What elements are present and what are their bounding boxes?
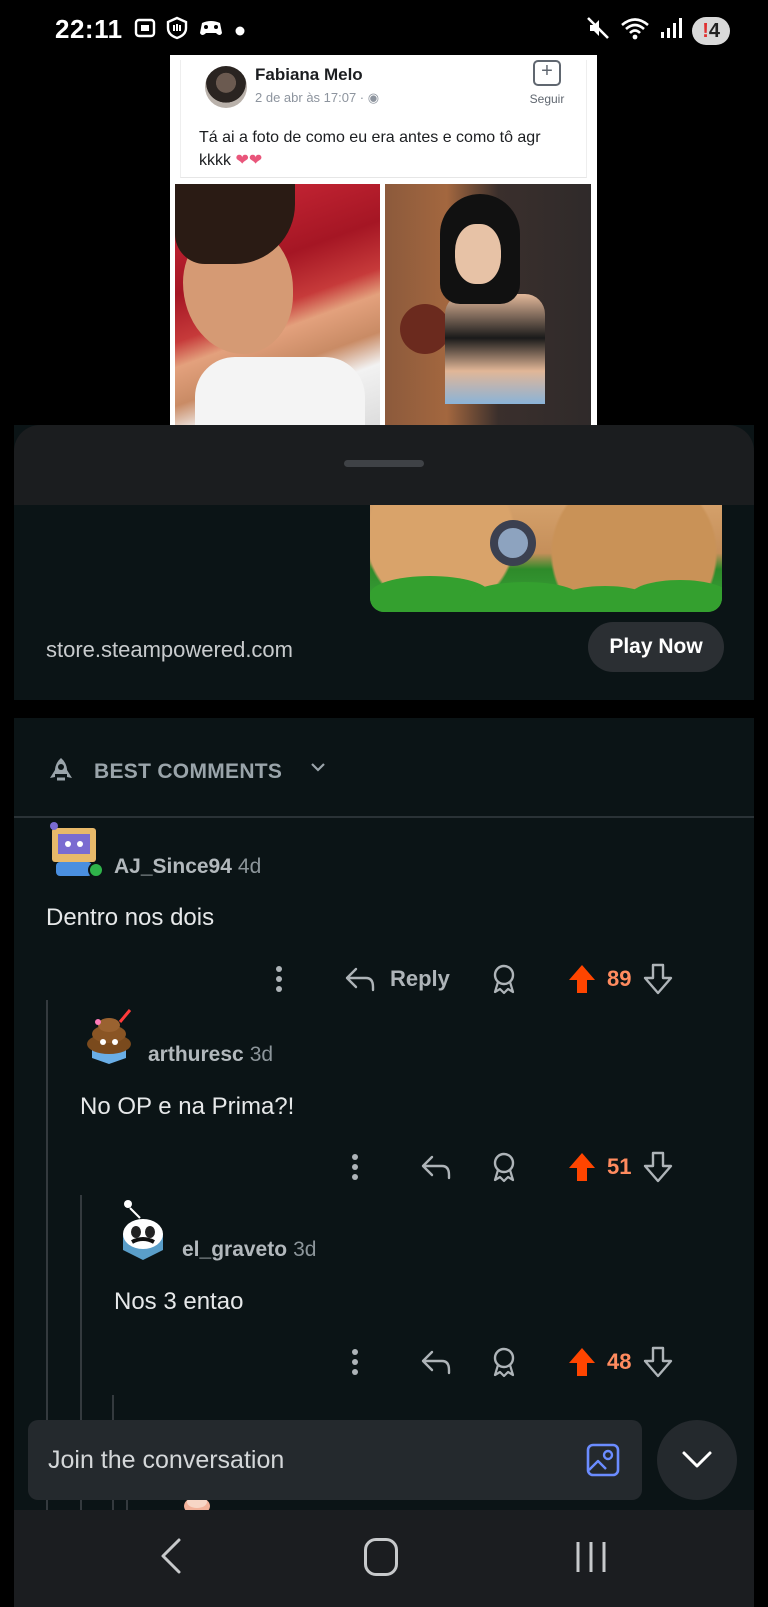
vote-score: 51 bbox=[607, 1154, 632, 1179]
ad-domain[interactable]: store.steampowered.com bbox=[46, 637, 293, 663]
comment-body: Nos 3 entao bbox=[114, 1288, 244, 1315]
chevron-down-icon bbox=[682, 1451, 712, 1468]
globe-icon: ◉ bbox=[367, 90, 380, 105]
drag-handle[interactable] bbox=[344, 460, 424, 467]
clock: 22:11 bbox=[55, 14, 123, 44]
photo-after bbox=[385, 184, 591, 427]
mute-icon bbox=[586, 16, 610, 45]
award-icon[interactable] bbox=[490, 1342, 518, 1382]
vote-score: 48 bbox=[607, 1349, 632, 1374]
comment-sort-bar[interactable]: BEST COMMENTS bbox=[14, 718, 754, 818]
ad-game-thumbnail[interactable] bbox=[370, 505, 722, 612]
reply-button[interactable]: Reply bbox=[344, 959, 450, 999]
back-icon[interactable] bbox=[159, 1536, 183, 1576]
comment-composer[interactable]: Join the conversation bbox=[28, 1420, 642, 1500]
more-options-icon[interactable] bbox=[350, 1342, 360, 1382]
reply-arrow-icon[interactable] bbox=[420, 1342, 452, 1382]
image-upload-icon[interactable] bbox=[585, 1442, 621, 1478]
fb-follow-button: Seguir bbox=[524, 60, 570, 106]
downvote-arrow-icon[interactable] bbox=[643, 963, 673, 995]
screenshot-icon bbox=[134, 17, 156, 45]
game-controller-icon bbox=[198, 17, 224, 45]
comment-author[interactable]: arthuresc 3d bbox=[148, 1043, 273, 1067]
post-image[interactable]: Fabiana Melo 2 de abr às 17:07 · ◉ Segui… bbox=[170, 55, 597, 427]
notification-badge: !4 bbox=[692, 16, 730, 45]
hand-shield-icon bbox=[166, 16, 188, 46]
vote-control: 89 bbox=[567, 959, 673, 999]
section-divider bbox=[14, 700, 754, 718]
comment-author[interactable]: AJ_Since94 4d bbox=[114, 855, 261, 879]
more-options-icon[interactable] bbox=[350, 1147, 360, 1187]
upvote-arrow-icon[interactable] bbox=[567, 1151, 597, 1183]
comment-body: Dentro nos dois bbox=[46, 904, 215, 931]
status-right-icons: !4 bbox=[586, 16, 730, 45]
comment-actions: 48 bbox=[14, 1342, 754, 1382]
avatar[interactable] bbox=[46, 820, 104, 878]
comment-list: AJ_Since94 4d Dentro nos dois Reply 89 a… bbox=[14, 820, 754, 1510]
reply-arrow-icon[interactable] bbox=[420, 1147, 452, 1187]
chevron-down-icon[interactable] bbox=[309, 758, 327, 776]
play-now-button[interactable]: Play Now bbox=[588, 622, 724, 672]
fb-post-date: 2 de abr às 17:07 · ◉ bbox=[255, 90, 380, 105]
more-options-icon[interactable] bbox=[274, 959, 284, 999]
follow-plus-icon bbox=[533, 60, 561, 86]
heart-emoji: ❤❤ bbox=[235, 152, 263, 169]
vote-score: 89 bbox=[607, 966, 632, 991]
comment-actions: 51 bbox=[14, 1147, 754, 1187]
status-bar: 22:11 !4 bbox=[0, 0, 768, 56]
upvote-arrow-icon[interactable] bbox=[567, 963, 597, 995]
fb-post-header: Fabiana Melo 2 de abr às 17:07 · ◉ Segui… bbox=[180, 60, 587, 178]
photo-before bbox=[175, 184, 380, 427]
fb-author-name: Fabiana Melo bbox=[255, 65, 363, 84]
sheet-header bbox=[14, 425, 754, 505]
wifi-icon bbox=[620, 16, 650, 45]
home-icon[interactable] bbox=[364, 1538, 398, 1576]
system-navigation-bar bbox=[14, 1510, 754, 1607]
vote-control: 51 bbox=[567, 1147, 673, 1187]
vote-control: 48 bbox=[567, 1342, 673, 1382]
comment-body: No OP e na Prima?! bbox=[80, 1093, 295, 1120]
promoted-ad: store.steampowered.com Play Now bbox=[14, 505, 754, 700]
composer-placeholder[interactable]: Join the conversation bbox=[48, 1446, 284, 1475]
signal-icon bbox=[660, 17, 683, 44]
rocket-icon bbox=[50, 758, 72, 781]
fb-avatar bbox=[205, 66, 247, 108]
downvote-arrow-icon[interactable] bbox=[643, 1346, 673, 1378]
fb-post-text: Tá ai a foto de como eu era antes e como… bbox=[199, 129, 541, 169]
reply-arrow-icon bbox=[345, 967, 375, 992]
dot-icon bbox=[234, 19, 246, 43]
collapse-button[interactable] bbox=[657, 1420, 737, 1500]
comment-author[interactable]: el_graveto 3d bbox=[182, 1238, 316, 1262]
award-icon[interactable] bbox=[490, 1147, 518, 1187]
avatar[interactable] bbox=[114, 1200, 172, 1264]
sort-label[interactable]: BEST COMMENTS bbox=[94, 760, 282, 784]
comment-actions: Reply 89 bbox=[14, 959, 754, 999]
avatar[interactable] bbox=[80, 1008, 138, 1066]
recent-apps-icon[interactable] bbox=[574, 1540, 608, 1574]
tire-sprite bbox=[490, 520, 536, 566]
status-left-icons bbox=[134, 16, 246, 46]
award-icon[interactable] bbox=[490, 959, 518, 999]
upvote-arrow-icon[interactable] bbox=[567, 1346, 597, 1378]
comments-sheet: store.steampowered.com Play Now BEST COM… bbox=[14, 425, 754, 1510]
downvote-arrow-icon[interactable] bbox=[643, 1151, 673, 1183]
